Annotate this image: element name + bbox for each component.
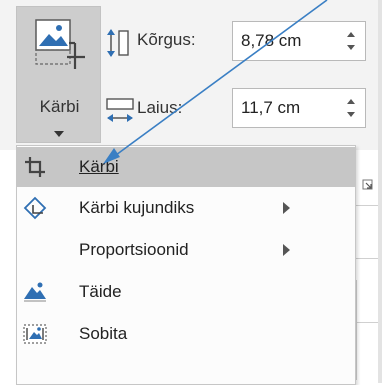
width-label: Laius:: [137, 98, 183, 117]
menu-item-fill[interactable]: Täide: [17, 272, 355, 312]
crop-to-shape-icon: [23, 196, 47, 220]
spin-arrows-icon[interactable]: [345, 27, 357, 55]
menu-item-label: Kärbi kujundiks: [79, 198, 195, 217]
menu-item-crop[interactable]: Kärbi: [17, 147, 355, 187]
height-label: Kõrgus:: [137, 30, 196, 49]
dialog-launcher-icon[interactable]: [362, 177, 373, 195]
doc-grid-line: [356, 280, 357, 380]
doc-grid-line: [356, 322, 378, 323]
doc-grid-line: [356, 205, 378, 206]
spin-arrows-icon[interactable]: [345, 94, 357, 122]
menu-item-label: Sobita: [79, 324, 128, 343]
ribbon-edge: [378, 0, 382, 383]
menu-item-crop-to-shape[interactable]: Kärbi kujundiks: [17, 188, 355, 228]
doc-grid-line: [356, 258, 378, 259]
crop-button-label: Kärbi: [39, 97, 80, 116]
menu-item-fit[interactable]: Sobita: [17, 314, 355, 354]
height-value[interactable]: 8,78 cm: [241, 31, 301, 51]
crop-button[interactable]: Kärbi: [16, 6, 101, 143]
chevron-down-icon[interactable]: [54, 125, 64, 143]
width-value[interactable]: 11,7 cm: [241, 98, 300, 118]
width-icon: [105, 96, 135, 131]
submenu-arrow-icon: [283, 202, 290, 214]
crop-dropdown-menu: Kärbi Kärbi kujundiks Proportsioonid Täi…: [16, 145, 356, 385]
width-spin-input[interactable]: 11,7 cm: [232, 88, 366, 128]
crop-icon: [23, 155, 47, 179]
height-spin-input[interactable]: 8,78 cm: [232, 21, 366, 61]
menu-item-label: Täide: [79, 282, 122, 301]
menu-item-aspect-ratio[interactable]: Proportsioonid: [17, 230, 355, 270]
menu-item-label: Proportsioonid: [79, 240, 189, 259]
height-icon: [105, 28, 131, 63]
fit-picture-icon: [23, 322, 47, 346]
crop-picture-icon: [35, 19, 87, 74]
submenu-arrow-icon: [283, 244, 290, 256]
fill-picture-icon: [23, 280, 47, 304]
menu-item-label: Kärbi: [79, 157, 119, 176]
